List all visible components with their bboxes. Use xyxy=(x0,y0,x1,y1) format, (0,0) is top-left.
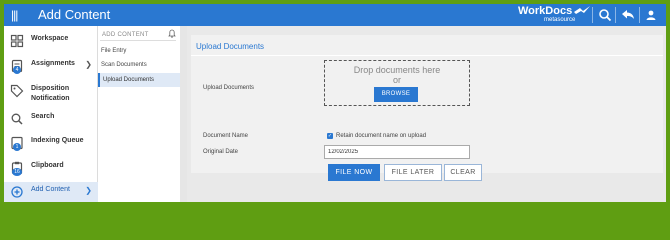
app-window: ||| Add Content WorkDocs metasource Work… xyxy=(4,4,666,202)
indexing-queue-count-badge: 1 xyxy=(13,143,21,151)
subnav-panel: ADD CONTENT File Entry Scan Documents Up… xyxy=(98,26,180,202)
browse-button[interactable]: BROWSE xyxy=(374,87,418,102)
hamburger-menu-icon[interactable]: ||| xyxy=(11,8,18,22)
grid-icon xyxy=(10,34,24,48)
document-name-label: Document Name xyxy=(203,133,249,139)
sidebar-item-label: Search xyxy=(31,113,55,120)
sidebar-item-indexing-queue[interactable]: 1 Indexing Queue xyxy=(4,133,98,153)
original-date-label: Original Date xyxy=(203,149,239,155)
top-bar: ||| Add Content WorkDocs metasource xyxy=(4,4,666,26)
dropzone-text: Drop documents here xyxy=(353,65,441,75)
sidebar: Workspace 4 Assignments ❯ Disposition No… xyxy=(4,26,98,202)
user-icon[interactable] xyxy=(644,8,658,22)
sidebar-item-label: Disposition Notification xyxy=(31,85,70,102)
brand-name: WorkDocs xyxy=(518,5,573,17)
subnav-divider xyxy=(100,40,176,41)
brand-bird-icon xyxy=(574,6,590,14)
file-now-button[interactable]: FILE NOW xyxy=(328,164,380,181)
panel-gutter xyxy=(180,26,187,202)
sidebar-item-label: Assignments xyxy=(31,60,75,67)
sidebar-item-disposition-notification[interactable]: Disposition Notification xyxy=(4,82,98,106)
search-icon xyxy=(11,113,23,125)
card-divider xyxy=(191,55,663,56)
sidebar-item-label: Workspace xyxy=(31,35,69,42)
sidebar-item-label: Indexing Queue xyxy=(31,137,84,144)
topbar-divider xyxy=(592,7,593,23)
subnav-header: ADD CONTENT xyxy=(102,32,149,38)
subnav-item-file-entry[interactable]: File Entry xyxy=(98,44,180,58)
file-dropzone[interactable]: Drop documents here or BROWSE xyxy=(324,60,470,106)
clear-button[interactable]: CLEAR xyxy=(444,164,482,181)
retain-name-checkbox[interactable]: ✓ xyxy=(327,133,333,139)
subnav-item-upload-documents[interactable]: Upload Documents xyxy=(98,73,180,87)
original-date-input[interactable] xyxy=(324,145,470,159)
sidebar-item-assignments[interactable]: 4 Assignments ❯ xyxy=(4,56,98,76)
bell-icon[interactable] xyxy=(168,29,176,38)
sidebar-item-label: Add Content xyxy=(31,186,70,193)
subnav-item-scan-documents[interactable]: Scan Documents xyxy=(98,58,180,72)
chevron-right-icon: ❯ xyxy=(85,60,92,69)
main-content: Upload Documents Upload Documents Drop d… xyxy=(187,26,666,202)
assignments-count-badge: 4 xyxy=(13,66,21,74)
clipboard-count-badge: 16 xyxy=(12,168,22,176)
brand-subtitle: metasource xyxy=(544,17,576,23)
topbar-divider xyxy=(639,7,640,23)
card-title: Upload Documents xyxy=(196,42,265,51)
upload-card: Upload Documents Upload Documents Drop d… xyxy=(191,35,663,181)
brand-logo: WorkDocs metasource xyxy=(518,5,590,25)
tag-icon xyxy=(10,84,24,98)
chevron-right-icon: ❯ xyxy=(85,186,92,195)
sidebar-item-add-content[interactable]: Add Content ❯ xyxy=(4,182,98,202)
dropzone-or-text: or xyxy=(392,75,401,85)
plus-circle-icon xyxy=(11,186,23,198)
sidebar-item-workspace[interactable]: Workspace xyxy=(4,31,98,51)
sidebar-item-label: Clipboard xyxy=(31,162,64,169)
sidebar-item-search[interactable]: Search xyxy=(4,109,98,129)
upload-documents-label: Upload Documents xyxy=(203,85,255,91)
topbar-divider xyxy=(615,7,616,23)
sidebar-item-clipboard[interactable]: 16 Clipboard xyxy=(4,158,98,178)
file-later-button[interactable]: FILE LATER xyxy=(384,164,442,181)
search-icon[interactable] xyxy=(598,8,612,22)
retain-name-label: Retain document name on upload xyxy=(336,133,427,139)
back-reply-icon[interactable] xyxy=(621,8,635,22)
page-title: Add Content xyxy=(38,7,111,22)
